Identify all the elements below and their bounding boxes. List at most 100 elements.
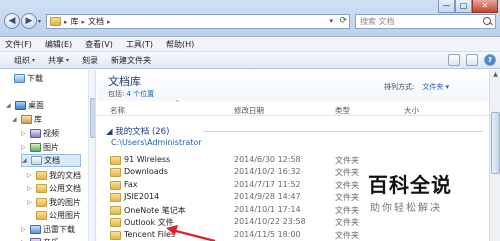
menu-tools[interactable]: 工具(T) <box>126 39 153 50</box>
expander-icon[interactable]: ▷ <box>27 185 34 192</box>
search-input[interactable]: 搜索 文档 <box>355 14 496 29</box>
file-row[interactable]: Outlook 文件 2014/10/22 23:58 文件夹 <box>97 216 489 228</box>
organize-button[interactable]: 组织 ▾ <box>10 55 39 66</box>
change-view-icon[interactable] <box>448 54 460 66</box>
share-label: 共享 <box>48 55 65 65</box>
organize-label: 组织 <box>14 55 30 65</box>
scrollbar-thumb[interactable] <box>491 112 500 174</box>
folder-icon <box>36 171 47 180</box>
nav-pane-scrollbar[interactable] <box>88 70 95 241</box>
nav-item-label: 我的文档 <box>49 171 81 180</box>
file-name: Outlook 文件 <box>124 218 174 227</box>
nav-item-label: 下载 <box>27 74 43 83</box>
new-folder-button[interactable]: 新建文件夹 <box>107 55 155 66</box>
close-button[interactable]: ✕ <box>472 0 498 13</box>
nav-item-label: 我的图片 <box>49 198 81 207</box>
expander-icon[interactable]: ▷ <box>21 130 28 137</box>
file-name: 91 Wireless <box>124 155 171 164</box>
breadcrumb-item-library[interactable]: 库 <box>71 16 79 27</box>
file-name: Downloads <box>124 167 168 176</box>
expander-icon[interactable]: ▷ <box>21 144 28 151</box>
scrollbar-thumb[interactable] <box>90 98 95 138</box>
back-button[interactable]: ◀ <box>4 13 20 29</box>
nav-item-public-documents[interactable]: ▷ 公用文档 <box>27 182 81 195</box>
title-bar: — □ ✕ ◀ ▶ ▾ ▸ 库 ▸ 文档 ▸ ▾ ⟳ 搜索 文档 <box>0 0 500 37</box>
arrange-dropdown[interactable]: 文件夹 ▾ <box>422 82 449 92</box>
new-folder-label: 新建文件夹 <box>111 55 152 65</box>
includes-locations-link[interactable]: 4 个位置 <box>127 90 155 98</box>
nav-item-label: 桌面 <box>28 101 44 110</box>
preview-pane-icon[interactable] <box>466 54 478 66</box>
column-header-date[interactable]: 修改日期 <box>234 105 264 116</box>
file-type: 文件夹 <box>335 231 359 240</box>
nav-item-thunder-downloads[interactable]: ▷ 迅雷下载 <box>21 223 75 236</box>
file-date: 2014/9/28 14:47 <box>234 192 301 201</box>
folder-icon <box>110 206 121 215</box>
documents-icon <box>31 156 42 165</box>
nav-item-label: 文档 <box>44 156 60 165</box>
chevron-right-icon: ▸ <box>64 17 68 26</box>
search-icon[interactable] <box>483 15 492 25</box>
folder-icon <box>50 17 61 26</box>
nav-item-downloads[interactable]: 下载 <box>14 72 43 85</box>
expander-icon[interactable]: ◢ <box>22 157 29 164</box>
nav-item-library[interactable]: ◢ 库 <box>12 113 42 126</box>
file-name: OneNote 笔记本 <box>124 206 186 215</box>
column-header-type[interactable]: 类型 <box>335 105 350 116</box>
file-row[interactable]: Tencent Files 2014/11/5 18:00 文件夹 <box>97 229 489 241</box>
share-button[interactable]: 共享 ▾ <box>44 55 73 66</box>
nav-item-label: 视频 <box>43 129 59 138</box>
library-icon <box>21 115 32 124</box>
command-toolbar: 组织 ▾ 共享 ▾ 刻录 新建文件夹 ? <box>0 52 500 69</box>
window-controls: — □ ✕ <box>438 0 498 13</box>
nav-item-my-documents[interactable]: ▷ 我的文档 <box>27 169 81 182</box>
recent-pages-dropdown[interactable]: ▾ <box>38 18 41 25</box>
help-icon[interactable]: ? <box>484 54 496 66</box>
file-type: 文件夹 <box>335 156 359 165</box>
nav-item-public-pictures[interactable]: 公用图片 <box>27 209 81 222</box>
nav-item-label: 库 <box>34 115 42 124</box>
column-header-size[interactable]: 大小 <box>404 105 419 116</box>
maximize-button[interactable]: □ <box>455 0 472 13</box>
menu-file[interactable]: 文件(F) <box>5 39 32 50</box>
file-row[interactable]: 91 Wireless 2014/6/30 12:58 文件夹 <box>97 154 489 166</box>
scroll-up-icon[interactable]: ▲ <box>491 71 500 81</box>
burn-button[interactable]: 刻录 <box>78 55 102 66</box>
folder-icon <box>110 193 121 202</box>
menu-bar: 文件(F) 编辑(E) 查看(V) 工具(T) 帮助(H) <box>0 37 500 52</box>
menu-help[interactable]: 帮助(H) <box>166 39 194 50</box>
expander-icon[interactable]: ▷ <box>27 172 34 179</box>
nav-item-label: 迅雷下载 <box>43 225 75 234</box>
breadcrumb-item-documents[interactable]: 文档 <box>88 16 104 27</box>
library-header: 文档库 包括: 4 个位置 排列方式: 文件夹 ▾ <box>97 70 489 101</box>
desktop-icon <box>15 101 26 110</box>
column-header-row: ^ 名称 修改日期 类型 大小 <box>97 100 489 116</box>
nav-item-pictures[interactable]: ▷ 图片 <box>21 141 59 154</box>
expander-icon[interactable]: ▷ <box>27 199 34 206</box>
nav-item-videos[interactable]: ▷ 视频 <box>21 127 59 140</box>
minimize-button[interactable]: — <box>438 0 455 13</box>
includes-label: 包括: <box>108 90 127 98</box>
refresh-icon[interactable]: ⟳ <box>339 16 347 26</box>
watermark-subtitle: 助你轻松解决 <box>370 203 442 214</box>
menu-view[interactable]: 查看(V) <box>85 39 113 50</box>
expander-icon[interactable]: ▷ <box>21 226 28 233</box>
address-dropdown-icon[interactable]: ▾ <box>329 17 333 25</box>
menu-edit[interactable]: 编辑(E) <box>45 39 72 50</box>
nav-item-my-pictures[interactable]: ▷ 我的图片 <box>27 196 81 209</box>
nav-item-music[interactable]: ▷ 音乐 <box>21 236 59 241</box>
download-icon <box>14 74 25 83</box>
column-header-name[interactable]: 名称 <box>110 105 125 116</box>
forward-button[interactable]: ▶ <box>21 13 37 29</box>
address-bar[interactable]: ▸ 库 ▸ 文档 ▸ ▾ ⟳ <box>46 14 350 29</box>
group-header[interactable]: ◢ 我的文档 (26) <box>106 125 169 137</box>
content-scrollbar[interactable]: ▲ <box>489 70 500 241</box>
folder-icon <box>110 231 121 240</box>
sort-indicator-icon: ^ <box>175 100 181 107</box>
nav-item-desktop[interactable]: ◢ 桌面 <box>6 99 44 112</box>
nav-item-documents[interactable]: ◢ 文档 <box>21 154 81 167</box>
chevron-right-icon: ▸ <box>81 17 86 26</box>
expander-icon[interactable]: ◢ <box>6 102 13 109</box>
expander-icon[interactable]: ◢ <box>12 116 19 123</box>
group-path: C:\Users\Administrator <box>111 138 202 147</box>
